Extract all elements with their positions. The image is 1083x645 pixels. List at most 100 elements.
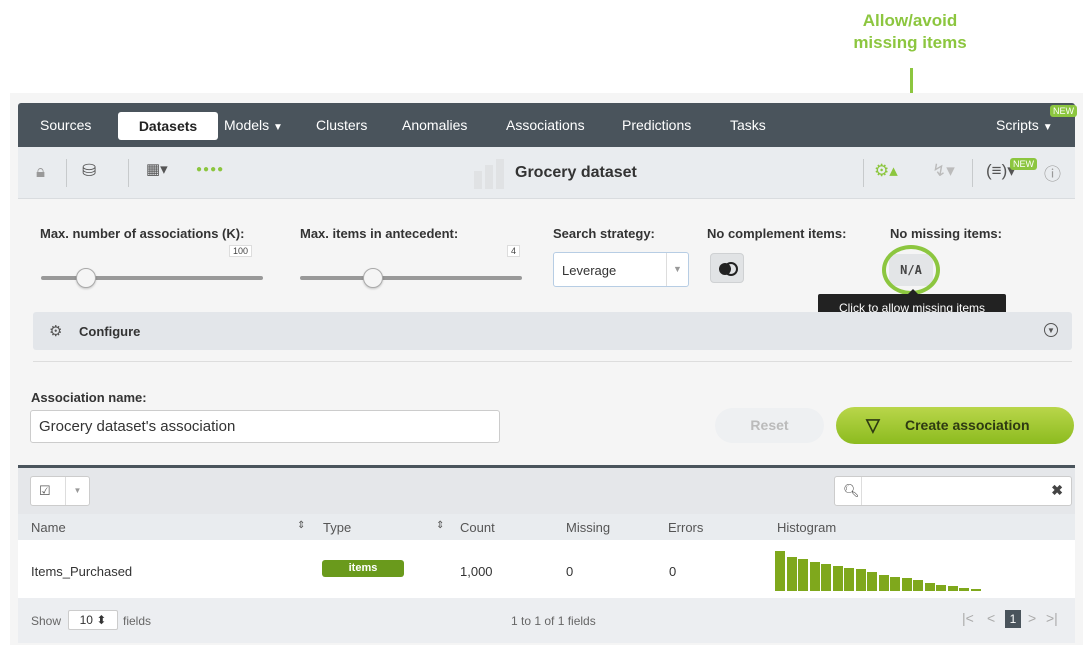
col-type[interactable]: Type	[323, 520, 351, 535]
histogram-bar	[855, 569, 866, 591]
toolbar-separator	[128, 159, 129, 187]
max-associations-handle[interactable]	[76, 268, 96, 288]
nav-clusters[interactable]: Clusters	[316, 117, 367, 133]
create-association-label: Create association	[905, 417, 1030, 433]
lock-icon[interactable]: 🔒︎	[36, 162, 45, 182]
search-strategy-value: Leverage	[562, 263, 617, 278]
complement-icon	[719, 262, 738, 276]
col-histogram: Histogram	[777, 520, 837, 535]
new-badge: NEW	[1050, 105, 1077, 117]
nav-scripts[interactable]: Scripts ▼	[996, 117, 1053, 133]
no-complement-label: No complement items:	[707, 226, 847, 241]
histogram-bar	[970, 589, 981, 591]
reset-button[interactable]: Reset	[715, 408, 824, 443]
histogram-bar	[844, 568, 854, 591]
toolbar-separator	[66, 159, 67, 187]
search-separator	[861, 477, 862, 505]
configure-label: Configure	[79, 324, 141, 339]
annotation-callout: Allow/avoid missing items	[830, 10, 990, 54]
chevron-down-icon: ▼	[1042, 122, 1053, 133]
info-icon[interactable]: ⓘ	[1044, 160, 1061, 185]
histogram-bar	[775, 551, 785, 591]
search-strategy-label: Search strategy:	[553, 226, 655, 241]
toolbar-separator	[863, 159, 864, 187]
no-missing-label: No missing items:	[890, 226, 1002, 241]
prev-page-icon[interactable]: <	[987, 610, 995, 626]
expand-chevron-icon[interactable]: ▼	[1044, 323, 1058, 337]
histogram-bar	[936, 585, 946, 591]
show-label: Show	[31, 614, 62, 628]
field-errors: 0	[669, 564, 677, 579]
checkbox-icon: ☑	[39, 483, 51, 498]
divider	[33, 361, 1072, 362]
max-associations-label: Max. number of associations (K):	[40, 226, 245, 241]
create-association-button[interactable]: ▽ Create association	[836, 407, 1074, 444]
col-name[interactable]: Name	[31, 520, 66, 535]
configure-model-icon[interactable]: ⚙▴	[874, 161, 898, 181]
no-complement-toggle[interactable]	[710, 253, 744, 283]
sort-icon[interactable]: ⇕	[436, 520, 444, 531]
histogram-bar	[890, 577, 900, 591]
histogram-bar	[878, 575, 889, 591]
dataset-bars-icon	[474, 159, 506, 189]
last-page-icon[interactable]: >|	[1046, 610, 1058, 626]
col-count[interactable]: Count	[460, 520, 495, 535]
nav-models-label: Models	[224, 117, 270, 133]
histogram-bar	[832, 566, 843, 591]
dataset-search-icon[interactable]: ⛁	[82, 161, 96, 181]
current-page[interactable]: 1	[1005, 610, 1021, 628]
page-size-select[interactable]: 10 ⬍	[68, 610, 118, 630]
first-page-icon[interactable]: |<	[962, 610, 974, 626]
oneclick-icon[interactable]: ↯▾	[932, 161, 955, 181]
sort-icon[interactable]: ⇕	[297, 520, 305, 531]
max-items-value: 4	[507, 245, 521, 257]
annotation-line1: Allow/avoid	[862, 11, 958, 30]
max-associations-slider[interactable]	[41, 276, 263, 280]
histogram-bar	[809, 562, 820, 591]
max-items-slider[interactable]	[300, 276, 522, 280]
field-histogram[interactable]	[775, 549, 985, 591]
nav-sources[interactable]: Sources	[40, 117, 91, 133]
dataset-title: Grocery dataset	[515, 164, 637, 181]
histogram-bar	[924, 583, 935, 591]
field-search[interactable]: 🔍︎ ✖	[834, 476, 1072, 506]
search-strategy-select[interactable]: Leverage ▼	[553, 252, 689, 287]
next-page-icon[interactable]: >	[1028, 610, 1036, 626]
histogram-bar	[798, 559, 808, 591]
col-errors[interactable]: Errors	[668, 520, 703, 535]
field-count: 1,000	[460, 564, 493, 579]
nav-scripts-label: Scripts	[996, 117, 1039, 133]
max-items-handle[interactable]	[363, 268, 383, 288]
page-size-value: 10	[79, 613, 93, 627]
highlight-ring	[882, 245, 940, 295]
association-icon: ▽	[866, 415, 880, 435]
new-badge: NEW	[1010, 158, 1037, 170]
nav-predictions[interactable]: Predictions	[622, 117, 691, 133]
nav-anomalies[interactable]: Anomalies	[402, 117, 467, 133]
nav-tasks[interactable]: Tasks	[730, 117, 766, 133]
histogram-bar	[901, 578, 912, 591]
filter-dataset-icon[interactable]: ▦▾	[146, 160, 168, 178]
more-actions-icon[interactable]: ●●●●	[196, 164, 224, 175]
nav-associations[interactable]: Associations	[506, 117, 585, 133]
field-name[interactable]: Items_Purchased	[31, 564, 132, 579]
col-missing[interactable]: Missing	[566, 520, 610, 535]
association-name-input[interactable]	[30, 410, 500, 443]
gears-icon: ⚙	[49, 323, 63, 340]
histogram-bar	[821, 564, 831, 591]
type-badge: items	[322, 560, 404, 577]
clear-search-icon[interactable]: ✖	[1051, 482, 1063, 499]
chevron-down-icon: ▼	[666, 253, 688, 286]
max-associations-value: 100	[229, 245, 253, 257]
nav-datasets[interactable]: Datasets	[118, 112, 218, 140]
search-icon: 🔍︎	[843, 483, 860, 498]
nav-models[interactable]: Models ▼	[224, 117, 283, 133]
histogram-bar	[867, 572, 877, 591]
fields-label: fields	[123, 614, 152, 628]
configure-panel[interactable]: ⚙ Configure ▼	[33, 312, 1072, 350]
annotation-line2: missing items	[853, 33, 967, 52]
field-select-dropdown[interactable]: ☑ ▼	[30, 476, 90, 506]
dataset-toolbar: 🔒︎ ⛁ ▦▾ ●●●● Grocery dataset ⚙▴ ↯▾ (≡)▾ …	[18, 147, 1075, 199]
pagination-summary: 1 to 1 of 1 fields	[511, 614, 596, 628]
association-name-label: Association name:	[31, 390, 147, 405]
